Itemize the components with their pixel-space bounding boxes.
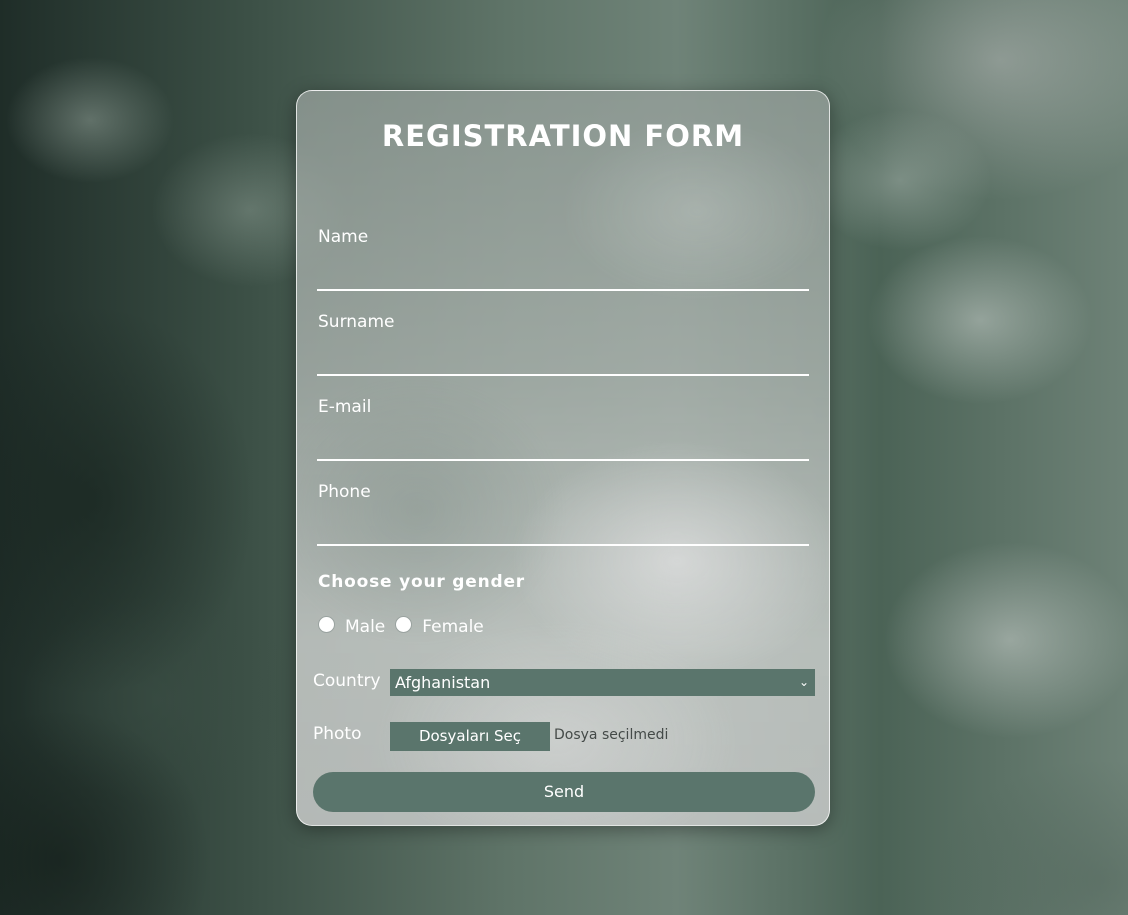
- name-label: Name: [318, 227, 369, 247]
- country-label: Country: [313, 671, 381, 691]
- file-status-text: Dosya seçilmedi: [554, 727, 669, 743]
- chevron-down-icon: ⌄: [798, 675, 809, 689]
- form-title: REGISTRATION FORM: [381, 119, 745, 153]
- female-label[interactable]: Female: [422, 617, 483, 637]
- choose-file-button[interactable]: Dosyaları Seç: [390, 722, 550, 751]
- phone-input[interactable]: [317, 518, 809, 544]
- phone-label: Phone: [318, 482, 371, 502]
- registration-form-card: REGISTRATION FORM Name Surname E-mail Ph…: [296, 90, 830, 826]
- name-field[interactable]: Name: [317, 227, 809, 291]
- country-selected-value: Afghanistan: [395, 673, 491, 692]
- country-select[interactable]: Afghanistan ⌄: [390, 669, 815, 696]
- email-field[interactable]: E-mail: [317, 397, 809, 461]
- surname-field[interactable]: Surname: [317, 312, 809, 376]
- email-label: E-mail: [318, 397, 372, 417]
- surname-input[interactable]: [317, 348, 809, 374]
- email-input[interactable]: [317, 433, 809, 459]
- phone-field[interactable]: Phone: [317, 482, 809, 546]
- male-label[interactable]: Male: [345, 617, 385, 637]
- gender-options: Male Female: [318, 615, 494, 637]
- male-radio[interactable]: [318, 615, 335, 633]
- gender-heading: Choose your gender: [318, 572, 525, 592]
- female-radio[interactable]: [395, 615, 413, 633]
- name-input[interactable]: [317, 263, 809, 289]
- surname-label: Surname: [318, 312, 395, 332]
- photo-label: Photo: [313, 724, 362, 744]
- send-button[interactable]: Send: [313, 772, 815, 812]
